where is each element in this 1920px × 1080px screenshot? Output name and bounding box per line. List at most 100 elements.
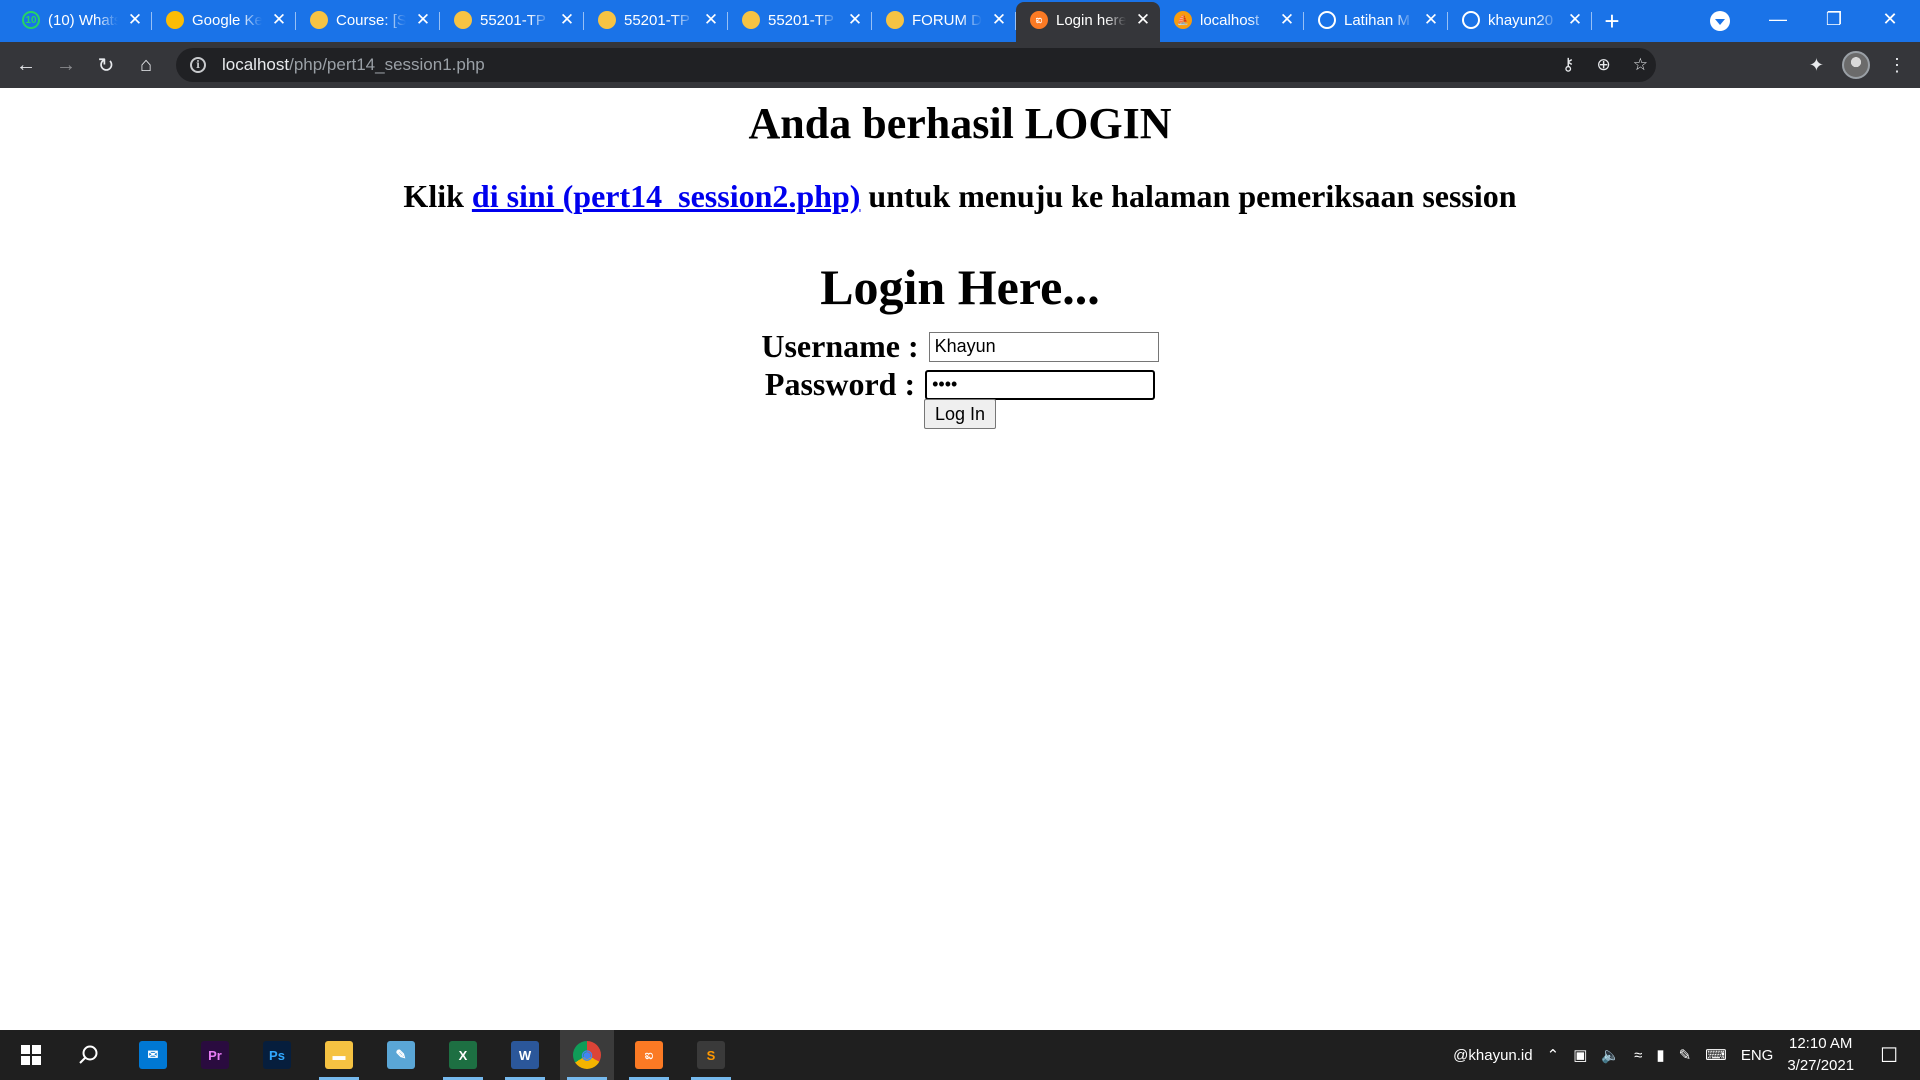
search-button[interactable] [62,1030,116,1080]
notepad-app[interactable]: ✎ [374,1030,428,1080]
tab-title: 55201-TP [768,11,834,29]
chrome-app[interactable]: ◉ [560,1030,614,1080]
xampp-icon: ಐ [1030,11,1048,29]
tab-search-button[interactable] [1710,11,1730,31]
premiere-app[interactable]: Pr [188,1030,242,1080]
menu-kebab-icon[interactable]: ⋮ [1888,55,1906,76]
password-input[interactable] [925,369,1156,400]
tab-title: Latihan M [1344,11,1410,29]
browser-tab[interactable]: FORUM D ✕ [872,2,1016,38]
pen-icon[interactable]: ✎ [1679,1046,1692,1064]
tab-title: 55201-TP [624,11,690,29]
success-heading: Anda berhasil LOGIN [748,99,1172,148]
excel-app[interactable]: X [436,1030,490,1080]
info-icon[interactable]: i [190,57,206,73]
windows-logo-icon [21,1045,41,1065]
tab-strip: 10 (10) WhatsApp ✕ Google Keep ✕ Course: [SI ✕… [0,0,1920,42]
word-app[interactable]: W [498,1030,552,1080]
zoom-icon[interactable]: ⊕ [1597,55,1611,75]
chrome-icon: ◉ [573,1041,601,1069]
extensions-icon[interactable]: ✦ [1809,55,1824,76]
tab-title: FORUM D [912,11,982,29]
minimize-button[interactable]: — [1750,0,1806,38]
course-icon [598,11,616,29]
file-explorer-app[interactable]: ▬ [312,1030,366,1080]
notepad-icon: ✎ [387,1041,415,1069]
course-icon [454,11,472,29]
sublime-app[interactable]: S [684,1030,738,1080]
login-heading: Login Here... [820,259,1100,315]
tab-title: Google Keep [192,11,262,29]
password-label: Password : [764,366,916,402]
tab-close-icon[interactable]: ✕ [1278,10,1296,30]
browser-tab[interactable]: khayun20 ✕ [1448,2,1592,38]
new-tab-button[interactable]: + [1592,2,1632,40]
tab-close-icon[interactable]: ✕ [126,10,144,30]
clock-date: 3/27/2021 [1787,1057,1855,1074]
tab-close-icon[interactable]: ✕ [702,10,720,30]
github-icon [1318,11,1336,29]
home-button[interactable]: ⌂ [126,45,166,85]
browser-tab[interactable]: 55201-TP ✕ [728,2,872,38]
tab-close-icon[interactable]: ✕ [1422,10,1440,30]
meet-icon[interactable]: ▣ [1573,1046,1587,1064]
browser-tab[interactable]: ಐ Login here ✕ [1016,2,1160,42]
back-button[interactable]: ← [6,45,46,85]
browser-tab[interactable]: Google Keep ✕ [152,2,296,38]
sublime-icon: S [697,1041,725,1069]
login-button[interactable]: Log In [924,399,996,429]
username-row: Username : [0,328,1920,365]
session2-link[interactable]: di sini (pert14_session2.php) [472,178,861,214]
tab-title: Course: [SI [336,11,406,29]
mail-app[interactable]: ✉ [126,1030,180,1080]
tab-close-icon[interactable]: ✕ [558,10,576,30]
word-icon: W [511,1041,539,1069]
page-content: Anda berhasil LOGIN Klik di sini (pert14… [0,88,1920,1030]
xampp-app[interactable]: ಐ [622,1030,676,1080]
tab-close-icon[interactable]: ✕ [1134,10,1152,30]
tab-close-icon[interactable]: ✕ [990,10,1008,30]
tray-chevron-icon[interactable]: ⌃ [1547,1046,1560,1064]
clock[interactable]: 12:10 AM 3/27/2021 [1787,1033,1854,1077]
browser-tab[interactable]: ⛵ localhost ✕ [1160,2,1304,38]
reload-button[interactable]: ↻ [86,45,126,85]
browser-tab[interactable]: 55201-TP ✕ [440,2,584,38]
course-icon [742,11,760,29]
tab-close-icon[interactable]: ✕ [1566,10,1584,30]
battery-icon[interactable]: ▮ [1656,1046,1664,1064]
photoshop-icon: Ps [263,1041,291,1069]
browser-toolbar: ← → ↻ ⌂ i localhost/php/pert14_session1.… [0,42,1920,88]
file-explorer-icon: ▬ [325,1041,353,1069]
forward-button[interactable]: → [46,45,86,85]
wifi-icon[interactable]: ≈ [1634,1047,1642,1064]
address-bar[interactable]: i localhost/php/pert14_session1.php ⚷ ⊕ … [176,48,1656,82]
windows-taskbar: ✉ Pr Ps ▬ ✎ X W ◉ ಐ S @khayun.id ⌃ ▣ 🔈 ≈ ▮ ✎ ⌨ EN… [0,1030,1920,1080]
xampp-icon: ಐ [635,1041,663,1069]
photoshop-app[interactable]: Ps [250,1030,304,1080]
tab-close-icon[interactable]: ✕ [414,10,432,30]
username-input[interactable] [928,331,1159,362]
start-button[interactable] [4,1030,58,1080]
username-label: Username : [761,328,919,364]
notification-icon[interactable]: ☐ [1880,1043,1898,1068]
browser-tab[interactable]: 10 (10) WhatsApp ✕ [8,2,152,38]
close-window-button[interactable]: ✕ [1862,0,1918,38]
tab-close-icon[interactable]: ✕ [270,10,288,30]
tray-user[interactable]: @khayun.id [1453,1047,1532,1064]
restore-button[interactable]: ❐ [1806,0,1862,38]
browser-tab[interactable]: Latihan M ✕ [1304,2,1448,38]
language-indicator[interactable]: ENG [1741,1047,1774,1064]
keyboard-icon[interactable]: ⌨ [1705,1046,1727,1064]
volume-icon[interactable]: 🔈 [1601,1046,1620,1064]
whatsapp-icon: 10 [22,11,40,29]
browser-tab[interactable]: Course: [SI ✕ [296,2,440,38]
premiere-icon: Pr [201,1041,229,1069]
session-link-line: Klik di sini (pert14_session2.php) untuk… [0,178,1920,215]
tab-close-icon[interactable]: ✕ [846,10,864,30]
bookmark-star-icon[interactable]: ☆ [1633,55,1648,75]
keep-icon [166,11,184,29]
profile-avatar[interactable] [1842,51,1870,79]
browser-tab[interactable]: 55201-TP ✕ [584,2,728,38]
github-icon [1462,11,1480,29]
key-icon[interactable]: ⚷ [1562,55,1574,75]
